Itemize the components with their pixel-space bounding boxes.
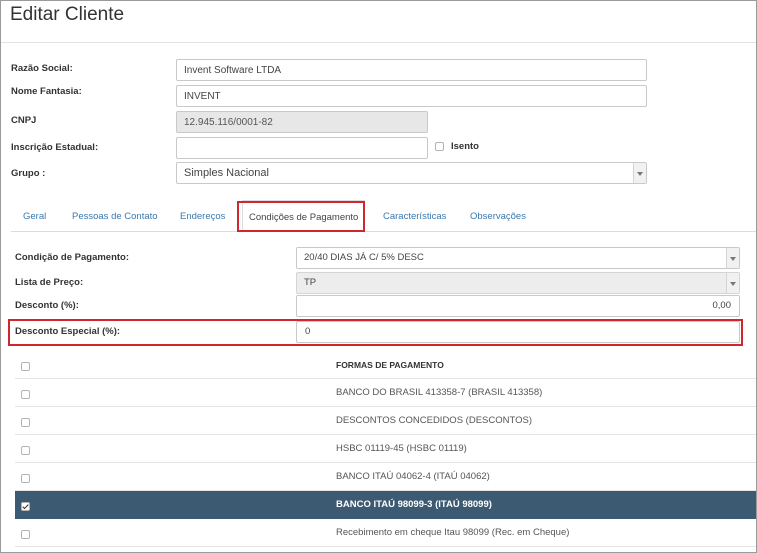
row-checkbox[interactable] <box>21 446 30 455</box>
tab-geral[interactable]: Geral <box>23 200 46 232</box>
title-divider <box>1 42 756 43</box>
row-checkbox[interactable] <box>21 530 30 539</box>
table-row[interactable]: HSBC 01119-45 (HSBC 01119) <box>15 435 756 463</box>
forma-pagamento-label: DESCONTOS CONCEDIDOS (DESCONTOS) <box>336 415 533 426</box>
chevron-down-icon <box>726 273 739 293</box>
tab-observacoes[interactable]: Observações <box>470 200 526 232</box>
formas-pagamento-table: FORMAS DE PAGAMENTO BANCO DO BRASIL 4133… <box>15 350 756 547</box>
forma-pagamento-label: Recebimento em cheque Itau 98099 (Rec. e… <box>336 527 570 538</box>
tab-caracteristicas[interactable]: Características <box>383 200 446 232</box>
cnpj-label: CNPJ <box>11 115 37 126</box>
condicao-pagamento-label: Condição de Pagamento: <box>15 252 130 263</box>
desconto-label: Desconto (%): <box>15 300 79 311</box>
row-checkbox-checked[interactable] <box>21 502 30 511</box>
table-row[interactable]: BANCO DO BRASIL 413358-7 (BRASIL 413358) <box>15 379 756 407</box>
condicao-pagamento-select[interactable]: 20/40 DIAS JÁ C/ 5% DESC <box>296 247 740 269</box>
forma-pagamento-label: HSBC 01119-45 (HSBC 01119) <box>336 443 467 454</box>
grupo-select[interactable]: Simples Nacional <box>176 162 647 184</box>
tab-pessoas-de-contato[interactable]: Pessoas de Contato <box>72 200 158 232</box>
cnpj-input <box>176 111 428 133</box>
inscricao-estadual-input[interactable] <box>176 137 428 159</box>
table-row[interactable]: BANCO ITAÚ 04062-4 (ITAÚ 04062) <box>15 463 756 491</box>
page-title: Editar Cliente <box>10 4 125 25</box>
desconto-especial-input[interactable]: 0 <box>296 321 740 343</box>
chevron-down-icon <box>633 163 646 183</box>
grupo-label: Grupo : <box>11 168 46 179</box>
nome-fantasia-input[interactable] <box>176 85 647 107</box>
lista-preco-value: TP <box>304 277 317 288</box>
table-header-row: FORMAS DE PAGAMENTO <box>15 350 756 379</box>
forma-pagamento-label: BANCO DO BRASIL 413358-7 (BRASIL 413358) <box>336 387 543 398</box>
table-row-selected[interactable]: BANCO ITAÚ 98099-3 (ITAÚ 98099) <box>15 491 756 519</box>
chevron-down-icon <box>726 248 739 268</box>
forma-pagamento-label: BANCO ITAÚ 98099-3 (ITAÚ 98099) <box>336 499 492 510</box>
tab-enderecos[interactable]: Endereços <box>180 200 225 232</box>
row-checkbox[interactable] <box>21 390 30 399</box>
tab-bar: Geral Pessoas de Contato Endereços Condi… <box>11 200 756 233</box>
desconto-input[interactable]: 0,00 <box>296 295 740 317</box>
formas-pagamento-header: FORMAS DE PAGAMENTO <box>336 360 444 370</box>
forma-pagamento-label: BANCO ITAÚ 04062-4 (ITAÚ 04062) <box>336 471 490 482</box>
table-row[interactable]: DESCONTOS CONCEDIDOS (DESCONTOS) <box>15 407 756 435</box>
row-checkbox[interactable] <box>21 418 30 427</box>
nome-fantasia-label: Nome Fantasia: <box>11 86 82 97</box>
isento-label: Isento <box>451 141 479 152</box>
lista-preco-select: TP <box>296 272 740 294</box>
inscricao-estadual-label: Inscrição Estadual: <box>11 142 99 153</box>
razao-social-label: Razão Social: <box>11 63 73 74</box>
desconto-especial-label: Desconto Especial (%): <box>15 326 121 337</box>
lista-preco-label: Lista de Preço: <box>15 277 84 288</box>
isento-checkbox[interactable] <box>435 142 444 151</box>
condicao-pagamento-value: 20/40 DIAS JÁ C/ 5% DESC <box>304 252 424 263</box>
grupo-select-value: Simples Nacional <box>184 167 269 179</box>
row-checkbox[interactable] <box>21 474 30 483</box>
table-row[interactable]: Recebimento em cheque Itau 98099 (Rec. e… <box>15 519 756 547</box>
select-all-checkbox[interactable] <box>21 362 30 371</box>
tab-condicoes-de-pagamento[interactable]: Condições de Pagamento <box>242 200 366 233</box>
razao-social-input[interactable] <box>176 59 647 81</box>
